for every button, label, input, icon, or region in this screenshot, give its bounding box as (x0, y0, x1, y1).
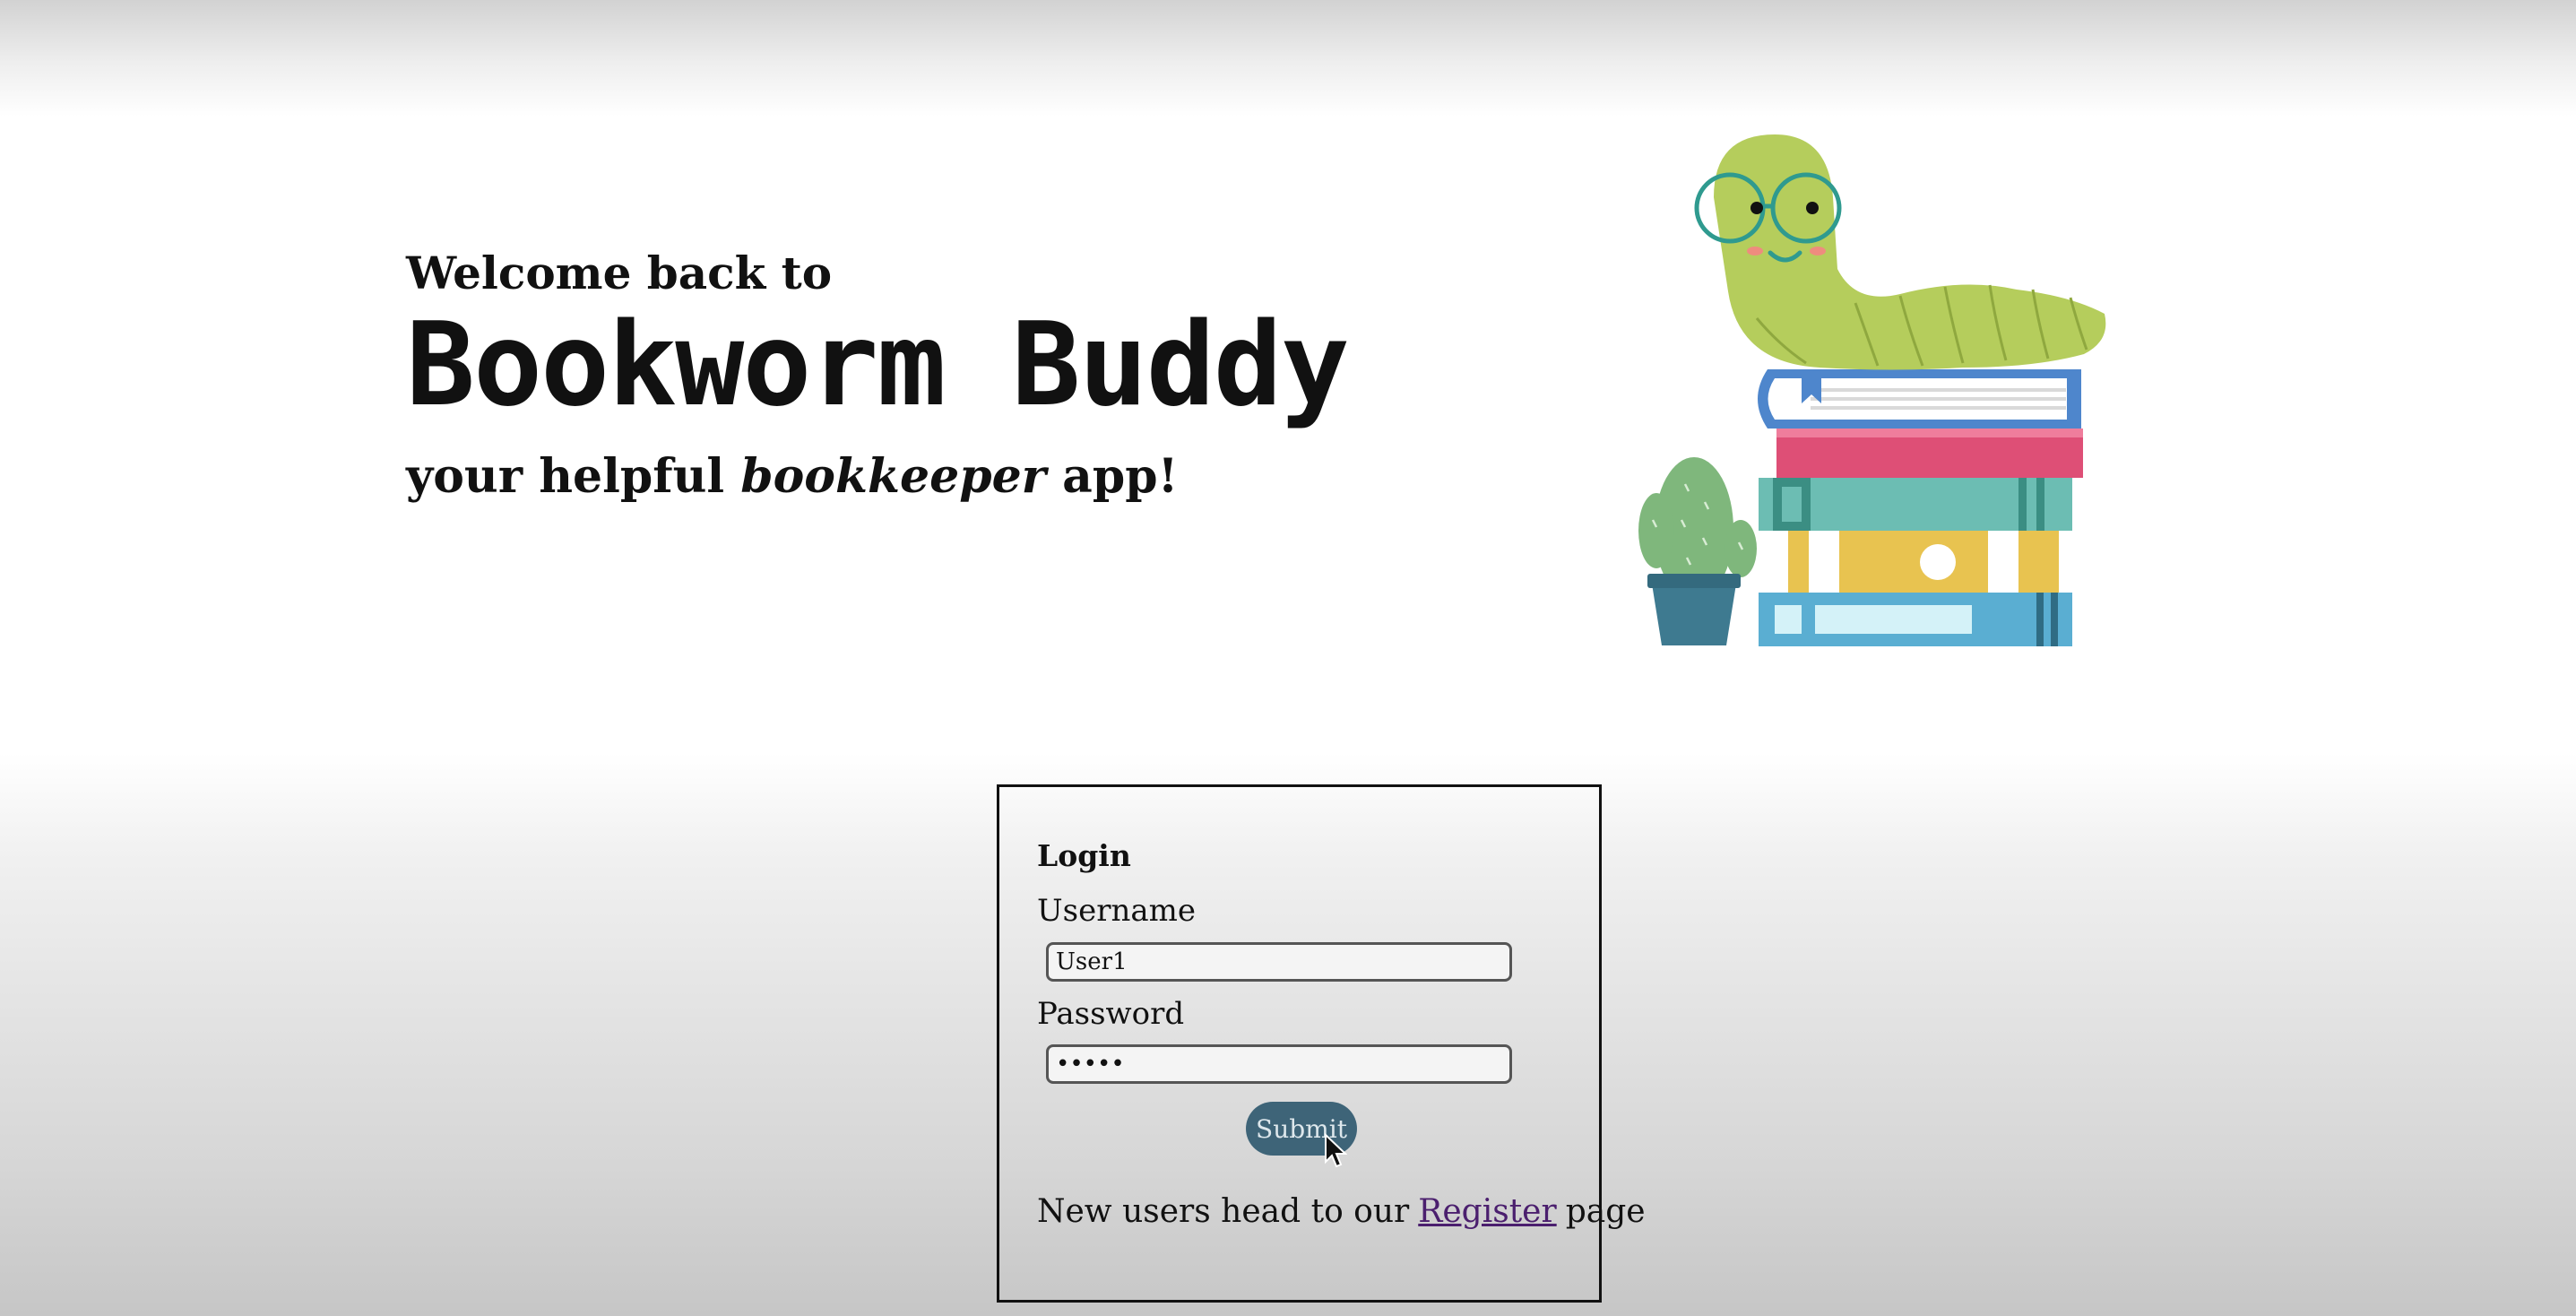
login-form: Login Username Password Submit New users… (997, 784, 1646, 1303)
password-label: Password (1037, 996, 1185, 1032)
app-title: Bookworm Buddy (406, 299, 1350, 432)
tagline-suffix: app! (1046, 449, 1179, 504)
worm-icon (1694, 134, 2106, 370)
register-prompt: New users head to our Register page (1037, 1196, 1646, 1228)
mouse-cursor-icon (1325, 1133, 1347, 1168)
welcome-text: Welcome back to (406, 247, 833, 299)
username-label: Username (1037, 893, 1197, 929)
bookworm-illustration (1638, 134, 2106, 646)
login-title: Login (1037, 838, 1131, 873)
hero-section: Welcome back to Bookworm Buddy your help… (406, 247, 1350, 500)
tagline: your helpful bookkeeper app! (406, 454, 1348, 500)
register-suffix: page (1565, 1193, 1646, 1230)
register-link[interactable]: Register (1418, 1193, 1556, 1230)
tagline-prefix: your helpful (406, 449, 741, 504)
username-input[interactable] (1046, 942, 1512, 982)
book-stack-icon (1758, 369, 2083, 646)
tagline-emphasis: bookkeeper (740, 449, 1047, 504)
password-input[interactable] (1046, 1044, 1512, 1084)
register-prefix: New users head to our (1037, 1193, 1410, 1230)
cactus-icon (1638, 457, 1757, 645)
